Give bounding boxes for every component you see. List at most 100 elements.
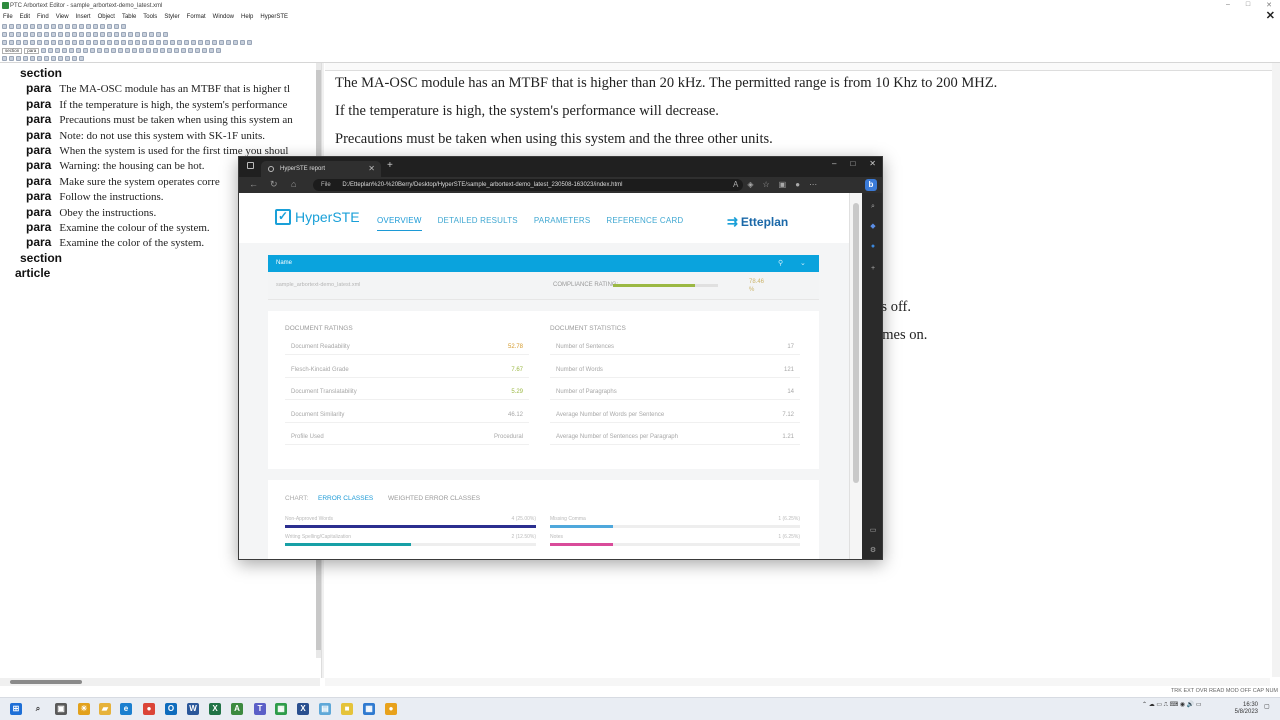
widgets-icon[interactable]: ☀	[78, 703, 90, 715]
maximize-icon[interactable]: □	[1246, 1, 1250, 9]
toolbar-button-icon[interactable]	[76, 48, 82, 53]
error-class-bar[interactable]: Writing Spelling/Capitalization 2 (12.50%…	[285, 534, 536, 548]
extensions-icon[interactable]: ◈	[747, 180, 753, 189]
toolbar-button-icon[interactable]	[55, 48, 61, 53]
toolbar-button-icon[interactable]	[62, 48, 68, 53]
tree-node[interactable]: para If the temperature is high, the syst…	[26, 97, 287, 112]
toolbar-button-icon[interactable]	[198, 40, 203, 45]
page-scrollbar-thumb[interactable]	[853, 203, 859, 483]
edge-browser-icon[interactable]: e	[120, 703, 132, 715]
toolbar-button-icon[interactable]	[97, 48, 103, 53]
menu-item[interactable]: HyperSTE	[260, 14, 288, 20]
toolbar-button-icon[interactable]	[2, 56, 7, 61]
chrome-canary-icon[interactable]: ●	[385, 703, 397, 715]
toolbar-button-icon[interactable]	[58, 40, 63, 45]
toolbar-button-icon[interactable]	[132, 48, 138, 53]
toolbar-button-icon[interactable]	[107, 32, 112, 37]
toolbar-button-icon[interactable]	[226, 40, 231, 45]
profile-avatar-icon[interactable]: ●	[795, 180, 800, 189]
toolbar-button-icon[interactable]	[79, 40, 84, 45]
toolbar-button-icon[interactable]	[153, 48, 159, 53]
toolbar-button-icon[interactable]	[48, 48, 54, 53]
toolbar-button-icon[interactable]	[58, 32, 63, 37]
tree-node[interactable]: para Make sure the system operates corre	[26, 174, 220, 189]
tree-node[interactable]: article	[15, 266, 50, 281]
page-scrollbar[interactable]	[849, 193, 862, 559]
chart-tab-error-classes[interactable]: ERROR CLASSES	[318, 495, 373, 502]
tree-node[interactable]: section	[20, 66, 62, 81]
tree-node[interactable]: para Precautions must be taken when using…	[26, 112, 293, 127]
toolbar-button-icon[interactable]	[23, 24, 28, 29]
editor-horizontal-scrollbar[interactable]	[325, 678, 1270, 686]
toolbar-button-icon[interactable]	[83, 48, 89, 53]
editor-paragraph[interactable]: Precautions must be taken when using thi…	[335, 131, 773, 148]
toolbar-button-icon[interactable]	[121, 32, 126, 37]
menu-item[interactable]: Format	[187, 14, 206, 20]
favorites-star-icon[interactable]: ☆	[763, 180, 770, 189]
outlook-icon[interactable]: O	[165, 703, 177, 715]
close-window-icon[interactable]: ✕	[1266, 1, 1272, 9]
toolbar-button-icon[interactable]	[72, 56, 77, 61]
error-class-bar[interactable]: Notes 1 (6.25%)	[550, 534, 800, 548]
start-icon[interactable]: ⊞	[10, 703, 22, 715]
menu-item[interactable]: Object	[98, 14, 115, 20]
toolbar-button-icon[interactable]	[233, 40, 238, 45]
report-tab-parameters[interactable]: PARAMETERS	[534, 216, 591, 231]
tree-node[interactable]: para Obey the instructions.	[26, 205, 156, 220]
chrome-icon[interactable]: ●	[143, 703, 155, 715]
toolbar-button-icon[interactable]	[41, 48, 47, 53]
report-tab-reference-card[interactable]: REFERENCE CARD	[606, 216, 683, 231]
toolbar-button-icon[interactable]	[170, 40, 175, 45]
toolbar-button-icon[interactable]	[9, 56, 14, 61]
sidebar-shopping-icon[interactable]: ◆	[869, 223, 877, 231]
toolbar-button-icon[interactable]	[104, 48, 110, 53]
file-explorer-icon[interactable]: ▰	[99, 703, 111, 715]
toolbar-button-icon[interactable]	[44, 24, 49, 29]
menu-item[interactable]: Help	[241, 14, 253, 20]
toolbar-button-icon[interactable]	[2, 40, 7, 45]
browser-minimize-icon[interactable]: –	[832, 159, 836, 168]
toolbar-button-icon[interactable]	[181, 48, 187, 53]
toolbar-button-icon[interactable]	[114, 40, 119, 45]
toolbar-button-icon[interactable]	[93, 32, 98, 37]
toolbar-button-icon[interactable]	[51, 56, 56, 61]
toolbar-button-icon[interactable]	[30, 40, 35, 45]
report-tab-detailed-results[interactable]: DETAILED RESULTS	[438, 216, 518, 231]
toolbar-button-icon[interactable]	[107, 24, 112, 29]
toolbar-button-icon[interactable]	[188, 48, 194, 53]
toolbar-button-icon[interactable]	[30, 24, 35, 29]
editor-scrollbar[interactable]	[1272, 63, 1280, 677]
toolbar-button-icon[interactable]	[65, 56, 70, 61]
toolbar-button-icon[interactable]	[90, 48, 96, 53]
notification-icon[interactable]: ▢	[1264, 704, 1270, 711]
toolbar-button-icon[interactable]	[146, 48, 152, 53]
excel-icon[interactable]: X	[209, 703, 221, 715]
name-column-header[interactable]: Name	[276, 260, 292, 266]
menu-item[interactable]: Styler	[164, 14, 179, 20]
toolbar-button-icon[interactable]	[167, 48, 173, 53]
toolbar-button-icon[interactable]	[51, 40, 56, 45]
browser-close-icon[interactable]: ✕	[869, 159, 876, 168]
error-class-bar[interactable]: Non-Approved Words 4 (25.00%)	[285, 516, 536, 530]
sticky-notes-icon[interactable]: ■	[341, 703, 353, 715]
toolbar-button-icon[interactable]	[23, 32, 28, 37]
bing-copilot-icon[interactable]: b	[865, 179, 877, 191]
toolbar-button-icon[interactable]	[72, 40, 77, 45]
word-icon[interactable]: W	[187, 703, 199, 715]
toolbar-button-icon[interactable]	[111, 48, 117, 53]
toolbar-button-icon[interactable]	[191, 40, 196, 45]
toolbar-button-icon[interactable]	[9, 40, 14, 45]
toolbar-button-icon[interactable]	[69, 48, 75, 53]
tree-node[interactable]: para Follow the instructions.	[26, 189, 164, 204]
menu-item[interactable]: Window	[213, 14, 234, 20]
sidebar-search-icon[interactable]: ⌕	[869, 203, 877, 211]
read-aloud-icon[interactable]: A	[733, 180, 738, 189]
more-menu-icon[interactable]: ⋯	[809, 180, 817, 189]
toolbar-button-icon[interactable]	[142, 40, 147, 45]
toolbar-button-icon[interactable]	[16, 56, 21, 61]
toolbar-button-icon[interactable]	[58, 56, 63, 61]
sidebar-hide-icon[interactable]: ▭	[869, 527, 877, 535]
toolbar-button-icon[interactable]	[184, 40, 189, 45]
toolbar-button-icon[interactable]	[51, 24, 56, 29]
editor-paragraph[interactable]: The MA-OSC module has an MTBF that is hi…	[335, 75, 997, 92]
